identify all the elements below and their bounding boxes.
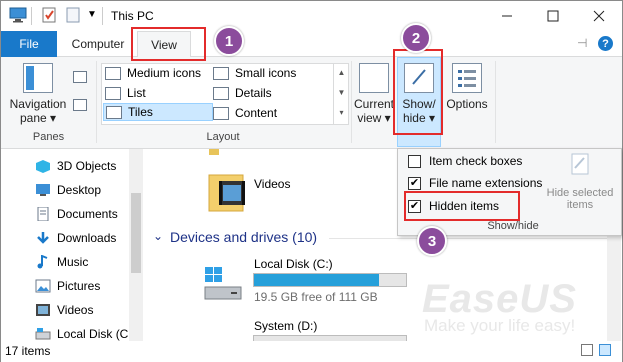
current-view-label-2: view ▾ <box>357 111 391 125</box>
minimize-button[interactable] <box>484 1 530 31</box>
status-bar: 17 items <box>1 341 622 362</box>
windows-drive-icon <box>204 267 242 300</box>
ribbon-tab-bar: File Computer View ⊣ ? <box>1 31 622 58</box>
layout-content[interactable]: Content <box>213 104 277 122</box>
callout-1: 1 <box>214 26 244 56</box>
this-pc-icon <box>9 7 27 23</box>
local-disk-free-text: 19.5 GB free of 111 GB <box>254 290 378 304</box>
details-pane-icon[interactable] <box>73 99 87 111</box>
preview-pane-icon[interactable] <box>73 71 87 83</box>
drive-icon <box>35 328 51 340</box>
current-view-label-1: Current <box>353 97 394 111</box>
layout-scroll[interactable]: ▲ ▼ ▾ <box>333 63 349 125</box>
video-folder-icon <box>208 174 245 212</box>
callout-3: 3 <box>417 226 447 256</box>
hide-selected-icon <box>571 153 589 175</box>
layout-gallery: Medium icons Small icons List Details Ti… <box>101 63 349 125</box>
desktop-icon <box>36 184 50 196</box>
collapse-chevron-icon[interactable]: ⌄ <box>153 229 163 243</box>
file-name-extensions-option[interactable]: ✔ File name extensions <box>408 173 542 193</box>
videos-icon <box>36 304 50 316</box>
navigation-pane-label-2: pane ▾ <box>19 111 57 125</box>
layout-small-icons[interactable]: Small icons <box>213 64 296 82</box>
videos-folder-label: Videos <box>254 177 291 191</box>
local-disk-usage-bar <box>253 273 407 287</box>
title-bar: ▼ This PC <box>1 1 622 31</box>
layout-list[interactable]: List <box>105 84 146 102</box>
nav-item-pictures[interactable]: Pictures <box>35 275 100 297</box>
explorer-window: ▼ This PC File Computer View ⊣ ? Navigat… <box>0 0 623 362</box>
pin-ribbon-icon[interactable]: ⊣ <box>577 36 587 50</box>
navigation-pane-label-1: Navigation <box>9 97 67 111</box>
close-button[interactable] <box>576 1 622 31</box>
tab-file[interactable]: File <box>1 31 57 57</box>
downloads-icon <box>37 232 49 244</box>
folder-fragment-icon <box>209 149 219 155</box>
local-disk-usage-fill <box>254 274 379 286</box>
pictures-icon <box>35 279 51 293</box>
item-check-boxes-option[interactable]: Item check boxes <box>408 151 522 171</box>
documents-icon <box>37 207 49 221</box>
nav-item-music[interactable]: Music <box>35 251 88 273</box>
local-disk-tile[interactable] <box>203 265 243 306</box>
callout-2: 2 <box>401 23 431 53</box>
item-check-boxes-checkbox[interactable] <box>408 154 421 168</box>
maximize-button[interactable] <box>530 1 576 31</box>
system-drive-name: System (D:) <box>254 319 318 333</box>
watermark-tagline: Make your life easy! <box>424 316 576 335</box>
nav-item-desktop[interactable]: Desktop <box>35 179 101 201</box>
navigation-pane: 3D Objects Desktop Documents Downloads M… <box>1 149 143 341</box>
help-icon[interactable]: ? <box>598 36 613 51</box>
nav-item-downloads[interactable]: Downloads <box>35 227 116 249</box>
devices-section-header[interactable]: Devices and drives (10) <box>170 229 317 245</box>
window-title: This PC <box>111 9 154 23</box>
new-folder-icon[interactable] <box>65 7 83 23</box>
panes-group-label: Panes <box>32 131 65 143</box>
tab-computer[interactable]: Computer <box>63 31 133 57</box>
view-tab-highlight <box>131 27 206 61</box>
options-label: Options <box>446 97 488 111</box>
current-view-button[interactable]: Current view ▾ <box>353 63 395 125</box>
videos-folder[interactable] <box>207 171 247 216</box>
navigation-pane-button[interactable]: Navigation pane ▾ <box>7 63 69 125</box>
customize-qat-icon[interactable]: ▼ <box>87 9 97 20</box>
nav-item-documents[interactable]: Documents <box>35 203 118 225</box>
nav-item-3d-objects[interactable]: 3D Objects <box>35 155 116 177</box>
nav-item-videos[interactable]: Videos <box>35 299 93 321</box>
local-disk-name: Local Disk (C:) <box>254 257 333 271</box>
hide-selected-items-label: Hide selected items <box>546 187 614 211</box>
hide-selected-items-button[interactable] <box>570 153 590 178</box>
hidden-items-highlight <box>404 191 520 221</box>
large-icons-view-icon[interactable] <box>599 344 611 356</box>
details-view-icon[interactable] <box>581 344 593 356</box>
layout-details[interactable]: Details <box>213 84 272 102</box>
3d-objects-icon <box>36 160 50 173</box>
nav-scroll-thumb[interactable] <box>131 193 141 273</box>
current-view-icon <box>359 63 389 93</box>
show-hide-group-label: Show/hide <box>487 220 539 232</box>
ribbon-view: Navigation pane ▾ Panes Medium icons Sma… <box>1 57 622 149</box>
properties-icon[interactable] <box>41 7 59 23</box>
music-icon <box>37 255 48 269</box>
file-name-extensions-checkbox[interactable]: ✔ <box>408 176 421 190</box>
item-count: 17 items <box>5 344 51 358</box>
layout-group-label: Layout <box>206 131 240 143</box>
options-icon <box>452 63 482 93</box>
layout-medium-icons[interactable]: Medium icons <box>105 64 201 82</box>
show-hide-highlight <box>393 49 443 135</box>
navigation-pane-icon <box>23 63 53 93</box>
options-button[interactable]: Options <box>443 63 491 111</box>
layout-tiles[interactable]: Tiles <box>103 103 213 121</box>
